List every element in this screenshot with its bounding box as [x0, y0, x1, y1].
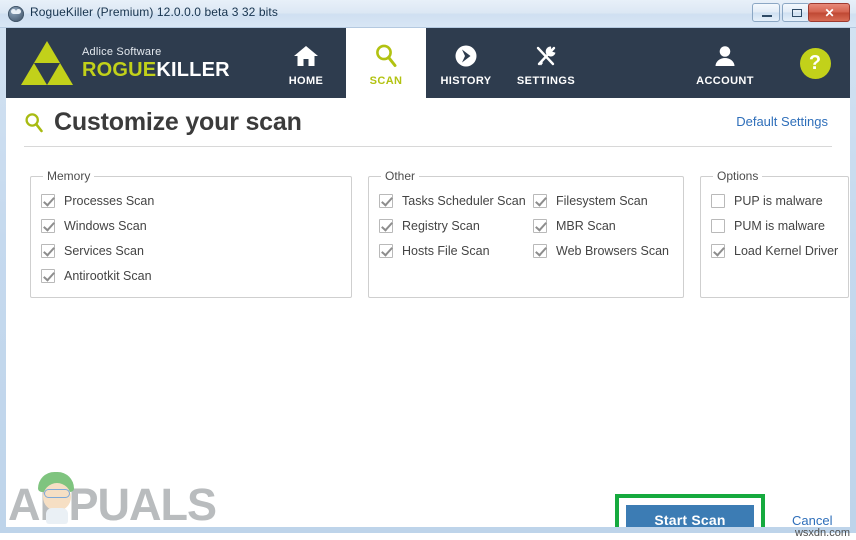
- checkbox-filesystem-scan[interactable]: Filesystem Scan: [533, 192, 673, 210]
- client-area: Adlice Software ROGUEKILLER HOME SCAN HI…: [6, 28, 850, 527]
- checkbox-pum-is-malware[interactable]: PUM is malware: [711, 217, 838, 235]
- checkbox-box: [379, 194, 393, 208]
- checkbox-label: Web Browsers Scan: [556, 244, 670, 258]
- source-watermark: wsxdn.com: [794, 527, 850, 539]
- home-icon: [293, 40, 319, 68]
- appuals-watermark: APPUALS: [8, 470, 238, 530]
- checkbox-label: Hosts File Scan: [402, 244, 490, 258]
- minimize-button[interactable]: [752, 3, 780, 22]
- checkbox-mbr-scan[interactable]: MBR Scan: [533, 217, 673, 235]
- start-scan-button[interactable]: Start Scan: [626, 505, 754, 527]
- nav-item-home[interactable]: HOME: [266, 28, 346, 98]
- help-circle-icon: ?: [799, 47, 831, 79]
- checkbox-label: MBR Scan: [556, 219, 616, 233]
- checkbox-processes-scan[interactable]: Processes Scan: [41, 192, 341, 210]
- brand-logo: Adlice Software ROGUEKILLER: [6, 28, 266, 98]
- close-button[interactable]: ✕: [808, 3, 850, 22]
- checkbox-box: [379, 219, 393, 233]
- group-memory-legend: Memory: [47, 169, 91, 183]
- triangle-logo-icon: [20, 40, 74, 86]
- checkbox-services-scan[interactable]: Services Scan: [41, 242, 341, 260]
- nav-item-account-label: ACCOUNT: [696, 74, 754, 87]
- main-navigation-bar: Adlice Software ROGUEKILLER HOME SCAN HI…: [6, 28, 850, 98]
- checkbox-label: Load Kernel Driver: [734, 244, 839, 258]
- checkbox-label: PUP is malware: [734, 194, 823, 208]
- checkbox-box: [533, 244, 547, 258]
- brand-name-part1: ROGUE: [82, 58, 157, 81]
- default-settings-link[interactable]: Default Settings: [736, 114, 828, 129]
- checkbox-box: [533, 219, 547, 233]
- checkbox-label: Filesystem Scan: [556, 194, 648, 208]
- group-other-legend: Other: [385, 169, 416, 183]
- checkbox-label: Antirootkit Scan: [64, 269, 152, 283]
- history-arrow-icon: [453, 40, 479, 68]
- close-icon: ✕: [824, 6, 835, 20]
- group-options-legend: Options: [717, 169, 759, 183]
- checkbox-label: Tasks Scheduler Scan: [402, 194, 526, 208]
- checkbox-hosts-file-scan[interactable]: Hosts File Scan: [379, 242, 527, 260]
- nav-item-history-label: HISTORY: [440, 74, 492, 87]
- nav-item-home-label: HOME: [288, 74, 324, 87]
- help-label: ?: [808, 52, 822, 74]
- brand-name: ROGUEKILLER: [82, 60, 230, 80]
- checkbox-antirootkit-scan[interactable]: Antirootkit Scan: [41, 267, 341, 285]
- appuals-mascot-icon: [34, 470, 82, 524]
- brand-name-part2: KILLER: [156, 58, 230, 81]
- brand-subtitle: Adlice Software: [82, 45, 162, 58]
- page-title-search-icon: [24, 112, 44, 133]
- checkbox-box: [711, 244, 725, 258]
- checkbox-label: Windows Scan: [64, 219, 147, 233]
- minimize-icon: [762, 15, 772, 17]
- checkbox-load-kernel-driver[interactable]: Load Kernel Driver: [711, 242, 838, 260]
- nav-item-account[interactable]: ACCOUNT: [670, 28, 780, 98]
- maximize-button[interactable]: [782, 3, 810, 22]
- tools-icon: [533, 40, 559, 68]
- checkbox-box: [41, 244, 55, 258]
- checkbox-web-browsers-scan[interactable]: Web Browsers Scan: [533, 242, 673, 260]
- group-options: Options PUP is malware PUM is malware Lo…: [700, 169, 850, 298]
- page-title: Customize your scan: [54, 107, 302, 136]
- page-header: Customize your scan Default Settings: [24, 98, 832, 147]
- group-memory: Memory Processes Scan Windows Scan Servi…: [30, 169, 352, 298]
- nav-item-scan[interactable]: SCAN: [346, 28, 426, 98]
- checkbox-pup-is-malware[interactable]: PUP is malware: [711, 192, 838, 210]
- application-window: RogueKiller (Premium) 12.0.0.0 beta 3 32…: [0, 0, 856, 533]
- checkbox-registry-scan[interactable]: Registry Scan: [379, 217, 527, 235]
- maximize-icon: [792, 9, 802, 17]
- checkbox-box: [41, 269, 55, 283]
- nav-item-settings[interactable]: SETTINGS: [506, 28, 586, 98]
- nav-item-settings-label: SETTINGS: [516, 74, 576, 87]
- title-bar: RogueKiller (Premium) 12.0.0.0 beta 3 32…: [0, 0, 856, 28]
- checkbox-box: [711, 194, 725, 208]
- nav-item-scan-label: SCAN: [369, 74, 403, 87]
- cancel-link[interactable]: Cancel: [792, 513, 832, 527]
- checkbox-box: [41, 194, 55, 208]
- checkbox-tasks-scheduler-scan[interactable]: Tasks Scheduler Scan: [379, 192, 527, 210]
- checkbox-box: [711, 219, 725, 233]
- group-other: Other Tasks Scheduler Scan Registry Scan: [368, 169, 684, 298]
- checkbox-label: Processes Scan: [64, 194, 155, 208]
- checkbox-box: [533, 194, 547, 208]
- help-button[interactable]: ?: [780, 28, 850, 98]
- checkbox-label: Services Scan: [64, 244, 144, 258]
- roguekiller-app-icon: [8, 6, 24, 22]
- checkbox-box: [379, 244, 393, 258]
- start-scan-highlight: Start Scan: [615, 494, 765, 527]
- search-icon: [374, 40, 398, 68]
- checkbox-windows-scan[interactable]: Windows Scan: [41, 217, 341, 235]
- checkbox-box: [41, 219, 55, 233]
- nav-item-history[interactable]: HISTORY: [426, 28, 506, 98]
- checkbox-label: Registry Scan: [402, 219, 480, 233]
- window-title: RogueKiller (Premium) 12.0.0.0 beta 3 32…: [30, 5, 278, 19]
- scan-options-groups: Memory Processes Scan Windows Scan Servi…: [30, 169, 850, 298]
- checkbox-label: PUM is malware: [734, 219, 825, 233]
- user-icon: [712, 40, 738, 68]
